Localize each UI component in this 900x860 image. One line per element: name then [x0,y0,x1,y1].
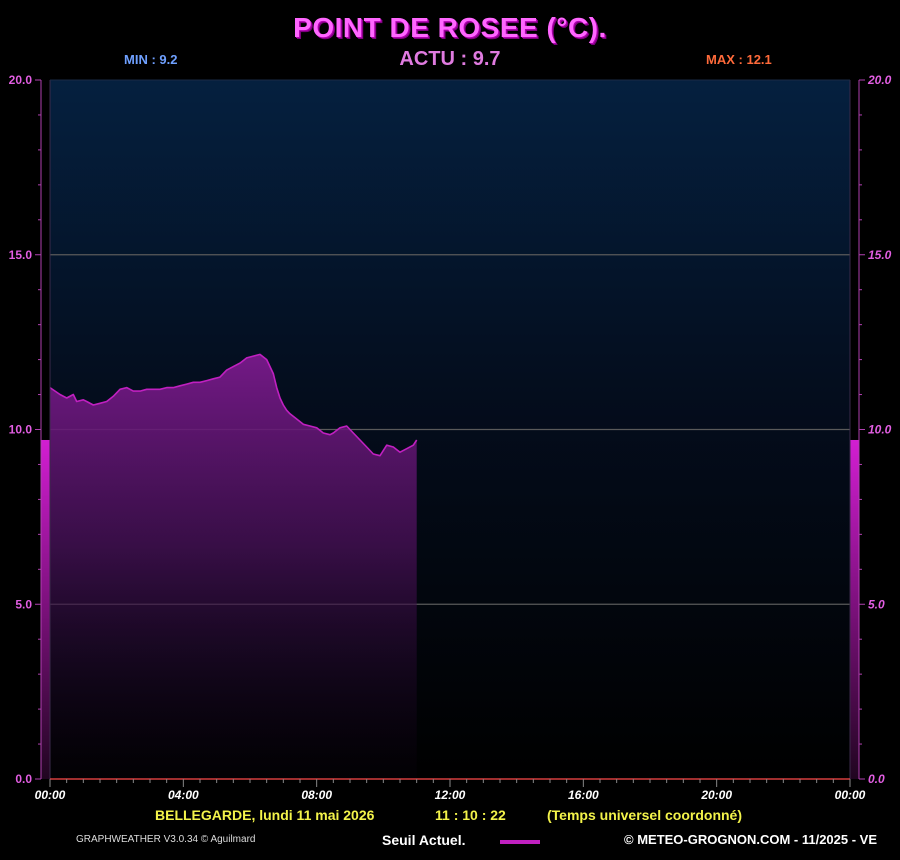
credit-text: GRAPHWEATHER V3.0.34 © Aguilmard [76,834,256,845]
y-tick-label-left: 10.0 [9,423,33,437]
x-tick-label: 12:00 [435,788,466,802]
y-tick-label-left: 20.0 [9,73,33,87]
y-tick-label-right: 15.0 [868,248,892,262]
y-tick-label-right: 20.0 [867,73,892,87]
y-tick-label-left: 5.0 [15,597,32,611]
y-tick-label-right: 0.0 [868,772,885,786]
x-tick-label: 00:00 [835,788,866,802]
copyright-text: © METEO-GROGNON.COM - 11/2025 - VE [624,832,878,847]
x-tick-label: 16:00 [568,788,599,802]
x-tick-label: 08:00 [301,788,332,802]
dew-point-chart: 0.0 0.0 5.0 5.0 10.0 10.0 15.0 15.0 20.0 20.0 00:0… [9,73,892,802]
time-readout: 11 : 10 : 22 [435,807,506,823]
x-tick-label: 20:00 [700,788,732,802]
y-tick-label-left: 15.0 [9,248,33,262]
y-tick-label-right: 5.0 [868,597,885,611]
location-date: BELLEGARDE, lundi 11 mai 2026 [155,807,375,823]
legend-label: Seuil Actuel. [382,832,466,848]
timezone-label: (Temps universel coordonné) [547,807,742,823]
y-tick-label-right: 10.0 [868,423,892,437]
x-tick-label: 00:00 [35,788,66,802]
current-value-bar-right [850,439,859,779]
legend-swatch [500,840,540,844]
x-tick-label: 04:00 [168,788,199,802]
current-value-bar-left [41,439,50,779]
y-tick-label-left: 0.0 [15,772,32,786]
